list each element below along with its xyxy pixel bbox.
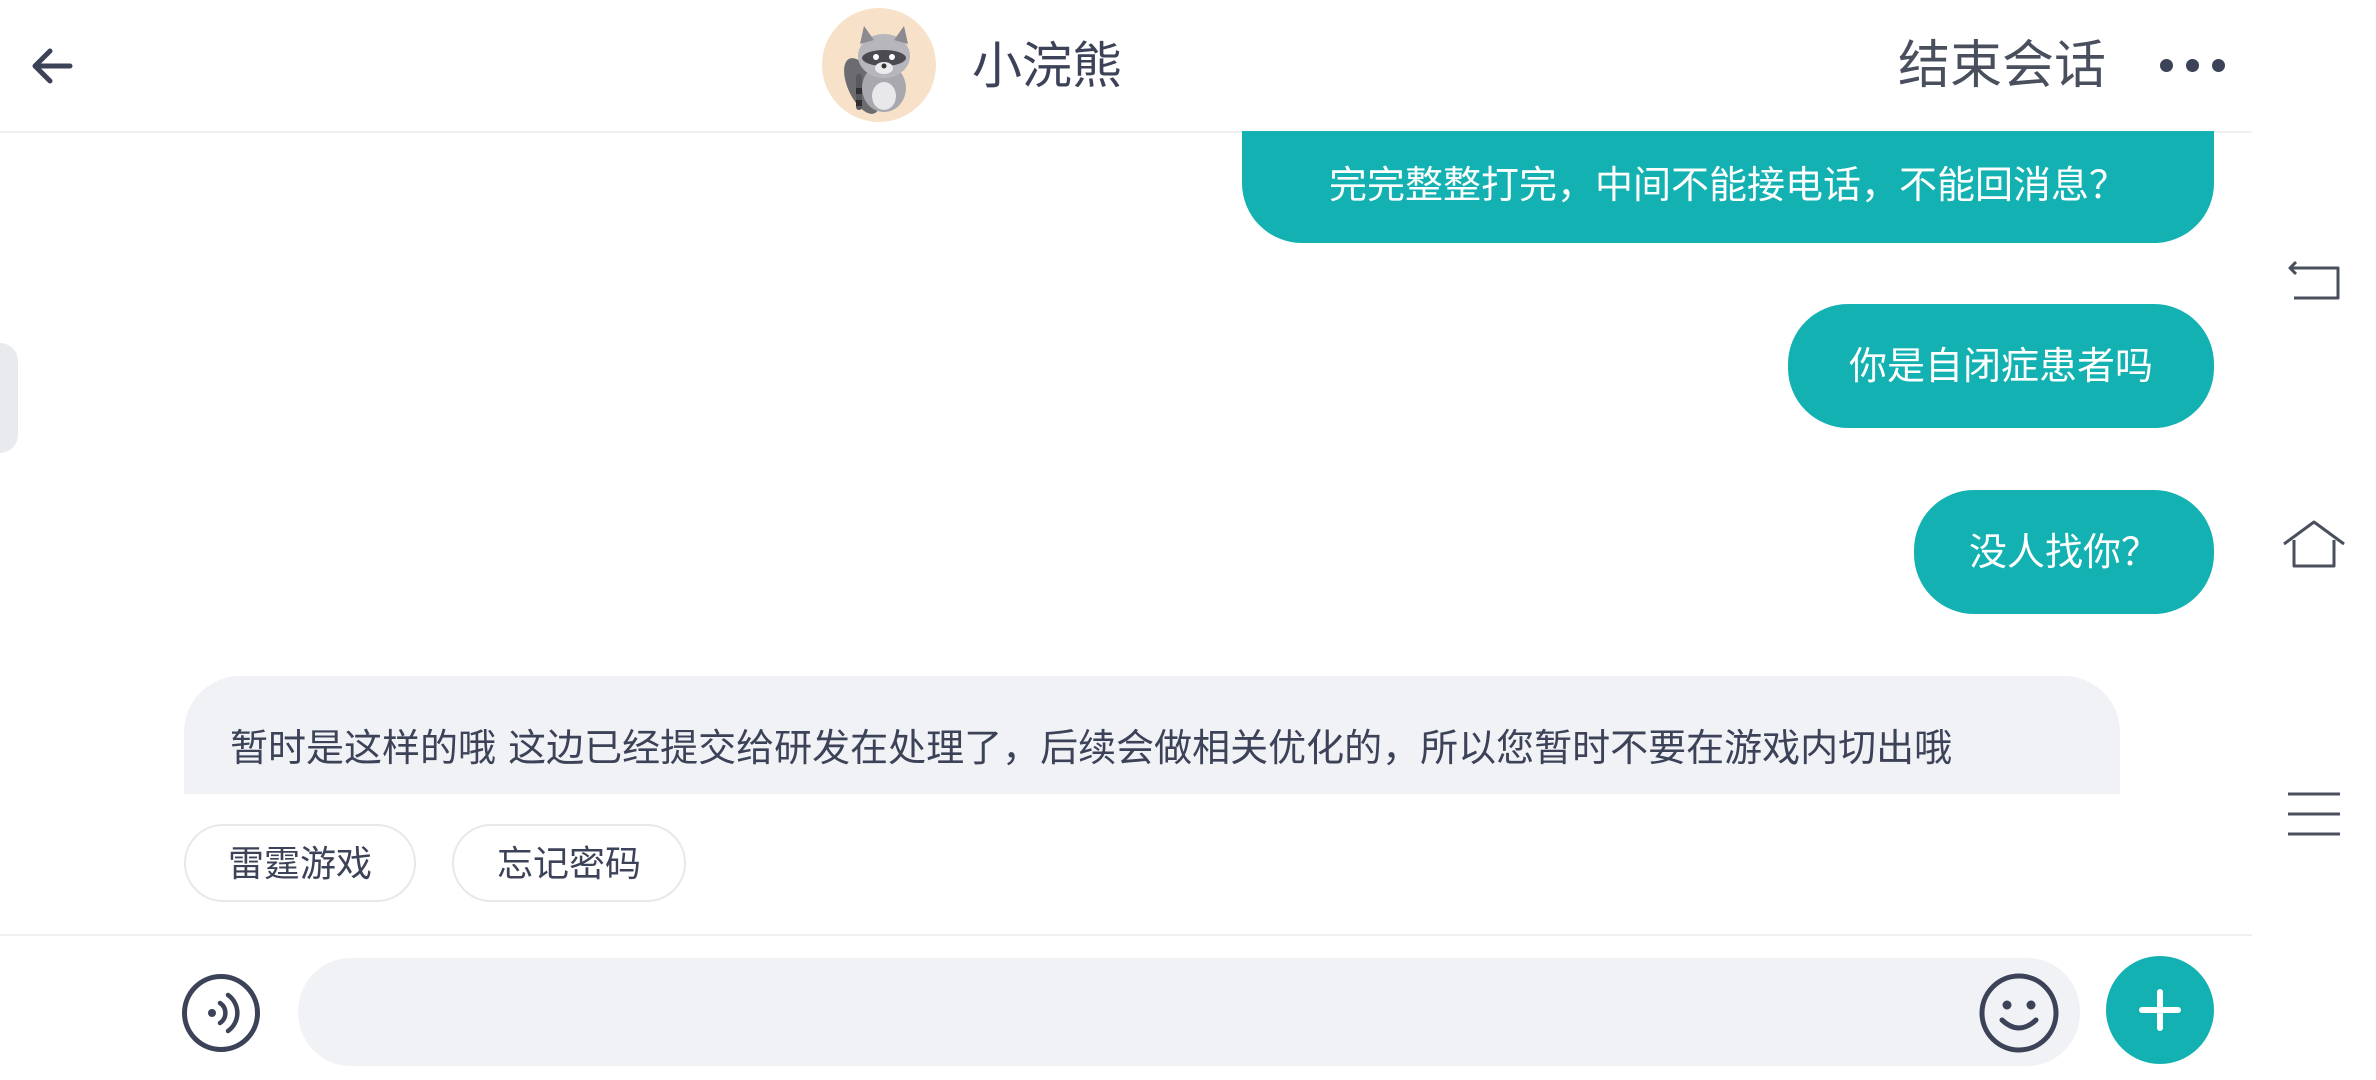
message-input[interactable] — [298, 958, 2080, 1066]
raccoon-avatar[interactable] — [822, 8, 936, 122]
end-session-button[interactable]: 结束会话 — [1898, 34, 2106, 98]
chat-header: 小浣熊 结束会话 — [0, 0, 2252, 133]
home-nav-icon[interactable] — [2280, 510, 2348, 578]
dot — [2212, 59, 2225, 72]
received-message-text: 暂时是这样的哦 这边已经提交给研发在处理了，后续会做相关优化的，所以您暂时不要在… — [230, 726, 1953, 770]
voice-icon[interactable] — [182, 974, 260, 1052]
emoji-icon[interactable] — [1978, 972, 2060, 1054]
sent-message[interactable]: 没人找你？ — [1914, 490, 2214, 614]
quick-reply-chip[interactable]: 忘记密码 — [452, 824, 686, 902]
plus-icon — [2139, 989, 2181, 1031]
raccoon-icon — [844, 26, 910, 114]
chat-title: 小浣熊 — [972, 37, 1122, 95]
voice-wave-icon — [208, 992, 240, 1034]
received-message[interactable]: 暂时是这样的哦 这边已经提交给研发在处理了，后续会做相关优化的，所以您暂时不要在… — [184, 676, 2120, 794]
input-bar — [0, 936, 2252, 1080]
sent-message[interactable]: 完完整整打完，中间不能接电话，不能回消息？ — [1242, 131, 2214, 243]
more-dots-icon[interactable] — [2158, 52, 2228, 78]
sent-message[interactable]: 你是自闭症患者吗 — [1788, 304, 2214, 428]
message-list[interactable]: 完完整整打完，中间不能接电话，不能回消息？ 你是自闭症患者吗 没人找你？ 暂时是… — [0, 131, 2252, 794]
plus-button[interactable] — [2106, 956, 2214, 1064]
quick-reply-bar: 雷霆游戏 忘记密码 — [0, 794, 2252, 936]
dot — [2160, 59, 2173, 72]
side-panel-handle[interactable] — [0, 343, 18, 453]
dot — [2186, 59, 2199, 72]
chat-app: 小浣熊 结束会话 完完整整打完，中间不能接电话，不能回消息？ 你是自闭症患者吗 … — [0, 0, 2252, 1080]
menu-nav-icon[interactable] — [2280, 780, 2348, 848]
back-arrow-icon[interactable] — [26, 40, 78, 92]
quick-reply-chip[interactable]: 雷霆游戏 — [184, 824, 416, 902]
system-nav-bar — [2252, 0, 2376, 1080]
back-nav-icon[interactable] — [2280, 252, 2348, 320]
